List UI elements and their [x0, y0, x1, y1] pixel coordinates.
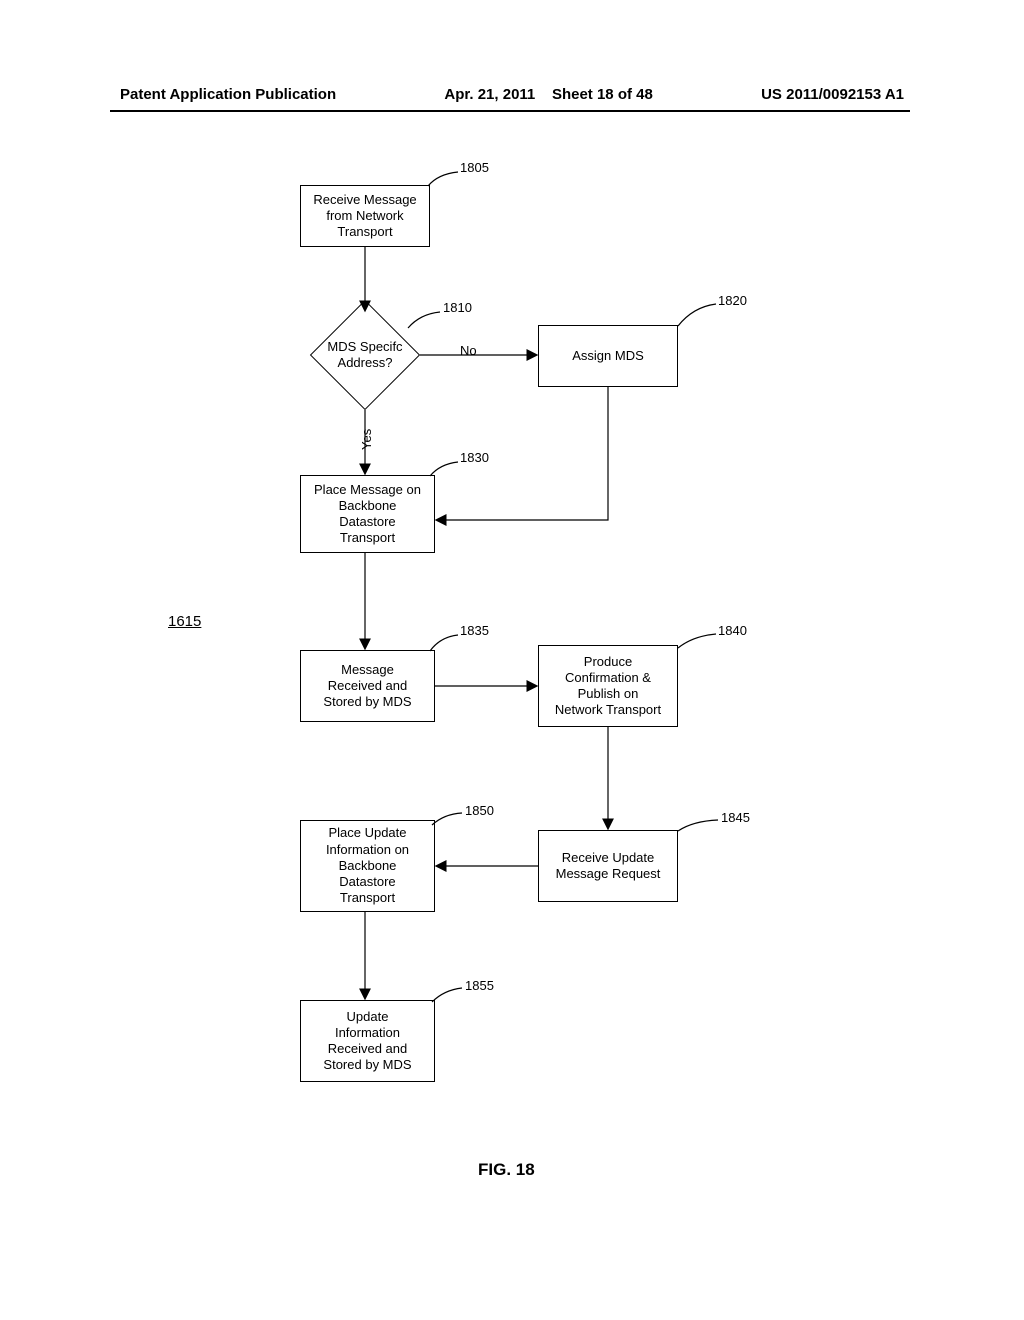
ref-1830: 1830 [460, 450, 489, 465]
box-1850-text: Place UpdateInformation onBackboneDatast… [326, 825, 409, 906]
ref-1805: 1805 [460, 160, 489, 175]
box-1805-text: Receive Messagefrom NetworkTransport [313, 192, 416, 241]
ref-1840: 1840 [718, 623, 747, 638]
leader-1850 [432, 811, 467, 829]
box-1835-text: MessageReceived andStored by MDS [323, 662, 411, 711]
leader-1810 [408, 310, 443, 330]
leader-1835 [430, 633, 462, 653]
leader-1820 [678, 302, 718, 328]
figure-caption: FIG. 18 [478, 1160, 535, 1180]
diamond-1810-text: MDS SpecifcAddress? [327, 339, 402, 372]
ref-1810: 1810 [443, 300, 472, 315]
header-line: Patent Application Publication Apr. 21, … [0, 86, 1024, 103]
ref-1845: 1845 [721, 810, 750, 825]
publication-number: US 2011/0092153 A1 [761, 86, 904, 103]
box-1820-text: Assign MDS [572, 348, 644, 364]
leader-1830 [430, 460, 462, 480]
box-1835: MessageReceived andStored by MDS [300, 650, 435, 722]
publication-date-sheet: Apr. 21, 2011 Sheet 18 of 48 [444, 86, 652, 103]
ref-1820: 1820 [718, 293, 747, 308]
ref-1835: 1835 [460, 623, 489, 638]
leader-1845 [678, 818, 720, 834]
leader-1805 [428, 170, 463, 190]
box-1830-text: Place Message onBackboneDatastoreTranspo… [314, 482, 421, 547]
publication-date: Apr. 21, 2011 [444, 86, 535, 103]
box-1840: ProduceConfirmation &Publish onNetwork T… [538, 645, 678, 727]
leader-1855 [432, 986, 467, 1006]
box-1855: UpdateInformationReceived andStored by M… [300, 1000, 435, 1082]
page-header: Patent Application Publication Apr. 21, … [0, 86, 1024, 103]
sheet-info: Sheet 18 of 48 [552, 86, 653, 103]
box-1820: Assign MDS [538, 325, 678, 387]
diamond-1810: MDS SpecifcAddress? [310, 300, 420, 410]
box-1830: Place Message onBackboneDatastoreTranspo… [300, 475, 435, 553]
ref-1855: 1855 [465, 978, 494, 993]
publication-label: Patent Application Publication [120, 86, 336, 103]
box-1845-text: Receive UpdateMessage Request [556, 850, 661, 883]
box-1805: Receive Messagefrom NetworkTransport [300, 185, 430, 247]
leader-1840 [678, 632, 718, 652]
page: Patent Application Publication Apr. 21, … [0, 0, 1024, 1320]
box-1855-text: UpdateInformationReceived andStored by M… [323, 1009, 411, 1074]
ref-1850: 1850 [465, 803, 494, 818]
box-1845: Receive UpdateMessage Request [538, 830, 678, 902]
edge-no-label: No [460, 343, 477, 358]
figure-reference: 1615 [168, 613, 201, 630]
flowchart-arrows [0, 0, 1024, 1320]
box-1840-text: ProduceConfirmation &Publish onNetwork T… [555, 654, 661, 719]
header-rule [110, 110, 910, 112]
box-1850: Place UpdateInformation onBackboneDatast… [300, 820, 435, 912]
edge-yes-label: Yes [359, 429, 374, 450]
